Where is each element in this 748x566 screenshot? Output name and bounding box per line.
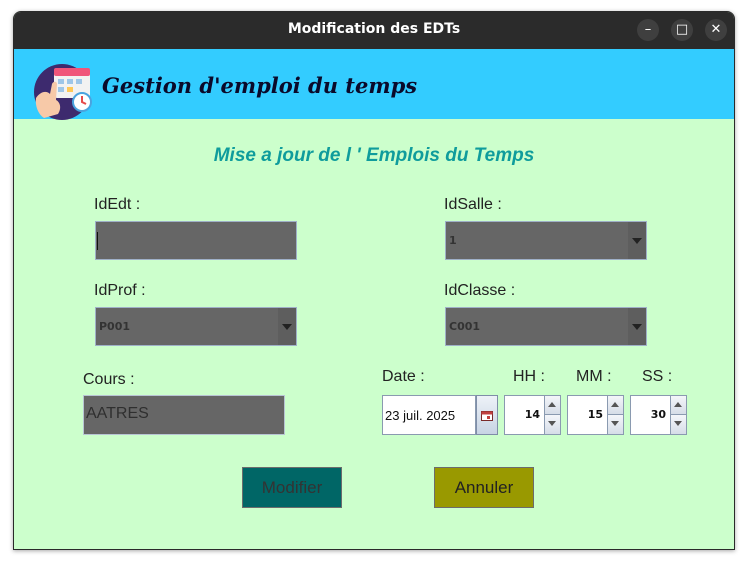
title-bar[interactable]: Modification des EDTs – □ ✕ (14, 12, 734, 49)
ss-spinner[interactable]: 30 (630, 395, 687, 435)
date-field[interactable]: 23 juil. 2025 (382, 395, 476, 435)
text-caret (97, 232, 98, 250)
mm-increment-button[interactable] (607, 396, 623, 415)
ss-decrement-button[interactable] (670, 415, 686, 434)
chevron-down-icon[interactable] (278, 308, 296, 345)
mm-label: MM : (576, 368, 612, 385)
hh-value: 14 (524, 408, 540, 421)
modifier-button[interactable]: Modifier (242, 467, 342, 508)
mm-decrement-button[interactable] (607, 415, 623, 434)
maximize-button[interactable]: □ (671, 19, 693, 41)
form-title: Mise a jour de l ' Emplois du Temps (213, 145, 535, 166)
chevron-down-icon[interactable] (628, 308, 646, 345)
cours-label: Cours : (83, 371, 135, 388)
date-picker-button[interactable] (476, 395, 498, 435)
cours-value: AATRES (86, 405, 149, 422)
annuler-button[interactable]: Annuler (434, 467, 534, 508)
close-button[interactable]: ✕ (705, 19, 727, 41)
ss-increment-button[interactable] (670, 396, 686, 415)
window-title: Modification des EDTs (287, 21, 461, 37)
idsalle-select[interactable]: 1 (445, 221, 647, 260)
idclasse-value: C001 (449, 320, 481, 333)
date-value: 23 juil. 2025 (385, 408, 456, 423)
ss-value: 30 (650, 408, 666, 421)
hh-spinner[interactable]: 14 (504, 395, 561, 435)
idprof-value: P001 (99, 320, 131, 333)
idedt-input[interactable] (95, 221, 297, 260)
chevron-down-icon[interactable] (628, 222, 646, 259)
mm-value: 15 (587, 408, 603, 421)
application-window: Modification des EDTs – □ ✕ Gestion d'em… (13, 11, 735, 550)
date-label: Date : (382, 368, 425, 385)
idprof-label: IdProf : (94, 282, 146, 299)
hh-decrement-button[interactable] (544, 415, 560, 434)
idclasse-select[interactable]: C001 (445, 307, 647, 346)
idprof-select[interactable]: P001 (95, 307, 297, 346)
calendar-icon (481, 411, 493, 421)
ss-label: SS : (642, 368, 673, 385)
hh-label: HH : (513, 368, 545, 385)
cours-input[interactable]: AATRES (83, 395, 285, 435)
hh-increment-button[interactable] (544, 396, 560, 415)
minimize-button[interactable]: – (637, 19, 659, 41)
idsalle-label: IdSalle : (444, 196, 502, 213)
mm-spinner[interactable]: 15 (567, 395, 624, 435)
app-title: Gestion d'emploi du temps (102, 73, 418, 98)
idsalle-value: 1 (449, 234, 457, 247)
app-header: Gestion d'emploi du temps (14, 49, 734, 120)
idclasse-label: IdClasse : (444, 282, 516, 299)
calendar-hand-icon (34, 64, 92, 120)
idedt-label: IdEdt : (94, 196, 141, 213)
